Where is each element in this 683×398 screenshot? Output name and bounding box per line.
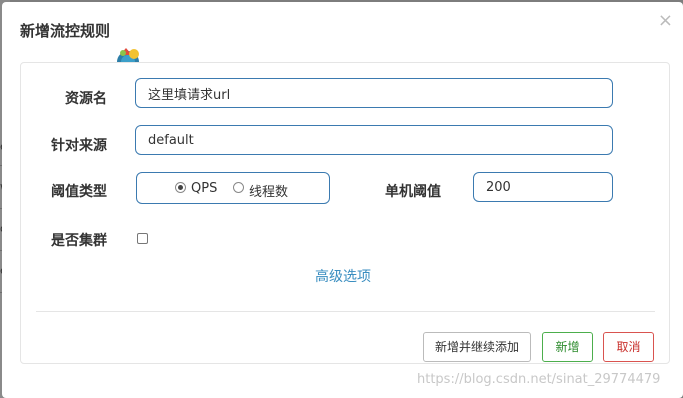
cluster-mode-checkbox[interactable]: [137, 233, 148, 244]
add-flow-rule-dialog: 新增流控规则 × 资源名 针对来源 阈值类型 QPS 线程数 单机阈值 是否集群…: [2, 2, 683, 398]
threshold-type-label: 阈值类型: [51, 184, 107, 200]
limit-app-input[interactable]: [135, 125, 613, 155]
add-and-continue-button[interactable]: 新增并继续添加: [423, 332, 531, 362]
footer-divider: [36, 311, 655, 312]
qps-radio[interactable]: [175, 182, 186, 193]
qps-radio-label[interactable]: QPS: [191, 181, 217, 196]
form-panel: 资源名 针对来源 阈值类型 QPS 线程数 单机阈值 是否集群 高级选项: [20, 62, 670, 364]
limit-app-label: 针对来源: [51, 138, 107, 154]
thread-count-radio-label[interactable]: 线程数: [249, 181, 288, 200]
cancel-button[interactable]: 取消: [603, 332, 654, 362]
dialog-title: 新增流控规则: [20, 22, 111, 40]
threshold-type-radio-group: QPS 线程数: [136, 172, 330, 204]
single-threshold-label: 单机阈值: [385, 184, 441, 200]
single-threshold-input[interactable]: [473, 172, 613, 202]
close-icon[interactable]: ×: [658, 10, 673, 31]
watermark-text: https://blog.csdn.net/sinat_29774479: [417, 372, 661, 387]
resource-name-label: 资源名: [65, 91, 107, 107]
advanced-options-link[interactable]: 高级选项: [315, 266, 371, 286]
cluster-mode-label: 是否集群: [51, 233, 107, 249]
thread-count-radio[interactable]: [233, 182, 244, 193]
add-button[interactable]: 新增: [542, 332, 593, 362]
resource-name-input[interactable]: [135, 78, 613, 108]
